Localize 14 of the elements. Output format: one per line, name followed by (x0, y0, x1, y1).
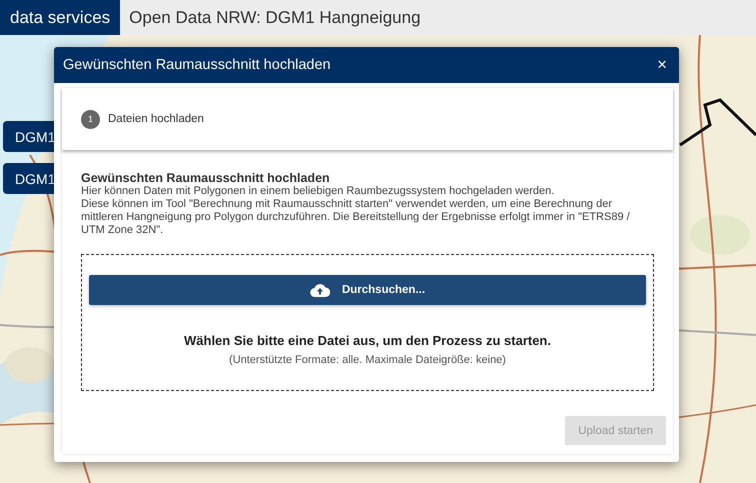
format-hint: (Unterstützte Formate: alle. Maximale Dateigröße: keine) (229, 354, 506, 366)
prompt-text: Wählen Sie bitte eine Datei aus, um den Prozess zu starten. (184, 333, 551, 348)
brand-label: data services (0, 0, 120, 35)
app-title: Open Data NRW: DGM1 Hangneigung (128, 6, 422, 28)
description-text: Diese können im Tool "Berechnung mit Raumausschnitt starten" verwendet werden, um eine Berechnung der mittleren Hangneigung pro Polygon durchzuführen. Die Bereitstellung der Ergebnisse erfolgt immer in "ETRS89 / UTM Zone 32N". (81, 198, 631, 237)
dialog-title: Gewünschten Raumausschnitt hochladen (63, 57, 331, 73)
browse-button[interactable]: Durchsuchen... (89, 275, 646, 305)
cloud-upload-icon (310, 283, 330, 297)
drop-zone[interactable]: Durchsuchen... Wählen Sie bitte eine Datei aus, um den Prozess zu starten. (Unterstützte Formate: alle. Maximale Dateigröße: keine) (81, 254, 654, 391)
section-heading: Gewünschten Raumausschnitt hochladen (81, 171, 331, 185)
step-number: 1 (81, 110, 100, 128)
close-button[interactable]: × (655, 55, 669, 75)
step-label: Dateien hochladen (108, 113, 204, 125)
description-text: Hier können Daten mit Polygonen in einem beliebigen Raumbezugssystem hochgeladen werden. (81, 185, 556, 198)
